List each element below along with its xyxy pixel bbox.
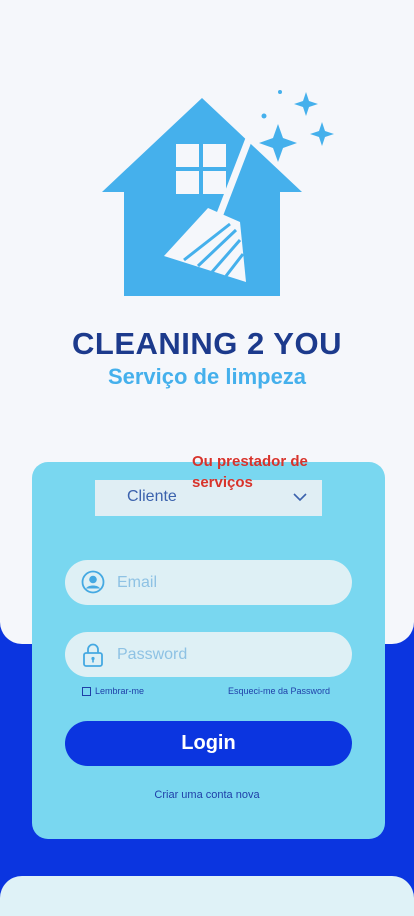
email-input[interactable] [117, 560, 337, 605]
password-field[interactable] [65, 632, 352, 677]
remember-checkbox[interactable] [82, 686, 91, 696]
house-broom-logo-icon [102, 90, 334, 296]
role-select-value: Cliente [127, 488, 177, 505]
provider-note: Ou prestador de serviços [192, 453, 308, 491]
create-account-link[interactable]: Criar uma conta nova [0, 789, 414, 801]
lock-icon [83, 643, 103, 667]
brand-title: CLEANING 2 YOU [72, 326, 342, 361]
chevron-down-icon [293, 493, 307, 502]
brand-subtitle: Serviço de limpeza [107, 364, 307, 389]
login-button[interactable]: Login [65, 721, 352, 766]
email-field[interactable] [65, 560, 352, 605]
bottom-panel [0, 876, 414, 916]
forgot-password-link[interactable]: Esqueci-me da Password [228, 686, 330, 696]
user-circle-icon [81, 570, 105, 594]
remember-label: Lembrar-me [95, 686, 145, 696]
remember-me[interactable]: Lembrar-me [82, 686, 144, 696]
password-input[interactable] [117, 632, 337, 677]
